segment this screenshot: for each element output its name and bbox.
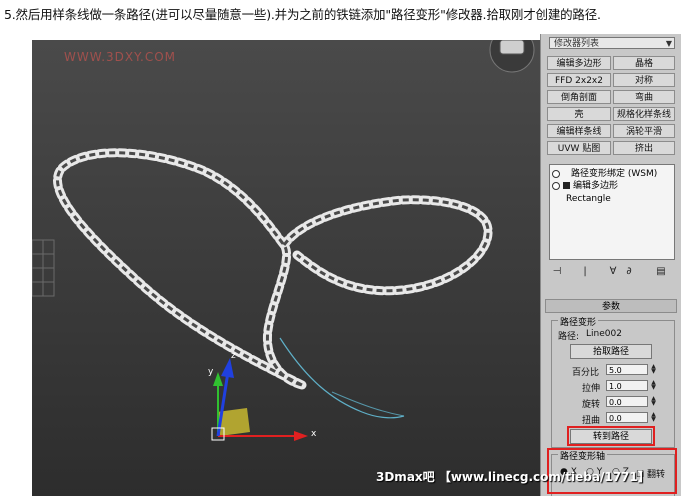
stack-item[interactable]: 路径变形绑定 (WSM) [552,168,657,180]
stretch-label: 拉伸 [582,384,601,394]
modifier-button[interactable]: 晶格 [613,56,675,70]
spinner-icon[interactable]: ▲ ▼ [650,380,657,391]
modifier-stack: 路径变形绑定 (WSM) 编辑多边形 Rectangle [549,164,675,260]
modifier-button[interactable]: 规格化样条线 [613,107,675,121]
viewport-scene: x y z [32,40,535,441]
modifier-button[interactable]: 涡轮平滑 [613,124,675,138]
modifier-button[interactable]: 倒角剖面 [547,90,611,104]
spinner-icon[interactable]: ▲ ▼ [650,364,657,375]
stack-item[interactable]: 编辑多边形 [552,180,618,192]
expand-icon[interactable] [563,182,570,189]
stack-toolbar: ⊣ | ∀ ∂ ▤ [549,264,675,280]
command-panel: 修改器列表 ▼ 编辑多边形 晶格 FFD 2x2x2 对称 倒角剖面 弯曲 壳 … [540,34,681,496]
rotation-field[interactable]: 0.0 [606,396,648,407]
stack-item-label: 编辑多边形 [573,181,619,191]
bulb-icon[interactable] [552,181,560,190]
configure-sets-icon[interactable]: ▤ [655,266,667,278]
spline-path-tail [331,391,405,417]
remove-modifier-icon[interactable]: ∂ [623,266,635,278]
spline-path [279,337,405,419]
stack-item[interactable]: Rectangle [566,193,611,205]
show-end-result-icon[interactable]: | [579,266,591,278]
pick-path-button[interactable]: 拾取路径 [570,344,652,359]
bulb-icon[interactable] [552,169,560,178]
axis-label-y: y [208,367,214,377]
move-to-path-highlight [567,426,655,446]
stack-item-label: 路径变形绑定 (WSM) [571,169,658,179]
pin-stack-icon[interactable]: ⊣ [551,266,563,278]
perspective-viewport[interactable]: WWW.3DXY.COM x y z [32,40,540,496]
axis-label-z: z [231,351,236,361]
percent-field[interactable]: 5.0 [606,364,648,375]
chain-object [53,148,493,390]
chevron-down-icon: ▼ [665,39,672,48]
modifier-button[interactable]: UVW 贴图 [547,141,611,155]
modifier-button[interactable]: 壳 [547,107,611,121]
transform-gizmo[interactable] [211,358,308,441]
spinner-icon[interactable]: ▲ ▼ [650,396,657,407]
axis-label-x: x [311,429,317,439]
twist-label: 扭曲 [582,416,601,426]
stretch-field[interactable]: 1.0 [606,380,648,391]
modifier-button[interactable]: 编辑多边形 [547,56,611,70]
stack-item-label: Rectangle [566,194,611,204]
twist-field[interactable]: 0.0 [606,412,648,423]
modifier-list-label: 修改器列表 [554,39,600,49]
instruction-caption: 5.然后用样条线做一条路径(进可以尽量随意一些).并为之前的铁链添加"路径变形"… [4,7,601,22]
modifier-button[interactable]: 对称 [613,73,675,87]
spinner-icon[interactable]: ▲ ▼ [650,412,657,423]
percent-label: 百分比 [572,368,600,378]
modifier-button[interactable]: 弯曲 [613,90,675,104]
modifier-list-dropdown[interactable]: 修改器列表 ▼ [549,37,675,49]
path-value: Line002 [586,329,622,339]
parameters-rollout[interactable]: 参数 [545,299,677,313]
modifier-button[interactable]: FFD 2x2x2 [547,73,611,87]
make-unique-icon[interactable]: ∀ [607,266,619,278]
path-deform-group-title: 路径变形 [558,315,599,328]
modifier-button[interactable]: 编辑样条线 [547,124,611,138]
rotation-label: 旋转 [582,400,601,410]
viewcube-icon[interactable] [489,40,535,73]
path-label: 路径: [558,332,580,342]
watermark-bottom: 3Dmax吧 【www.linecg.com/tieba/1771】 [376,470,650,484]
modifier-button[interactable]: 挤出 [613,141,675,155]
